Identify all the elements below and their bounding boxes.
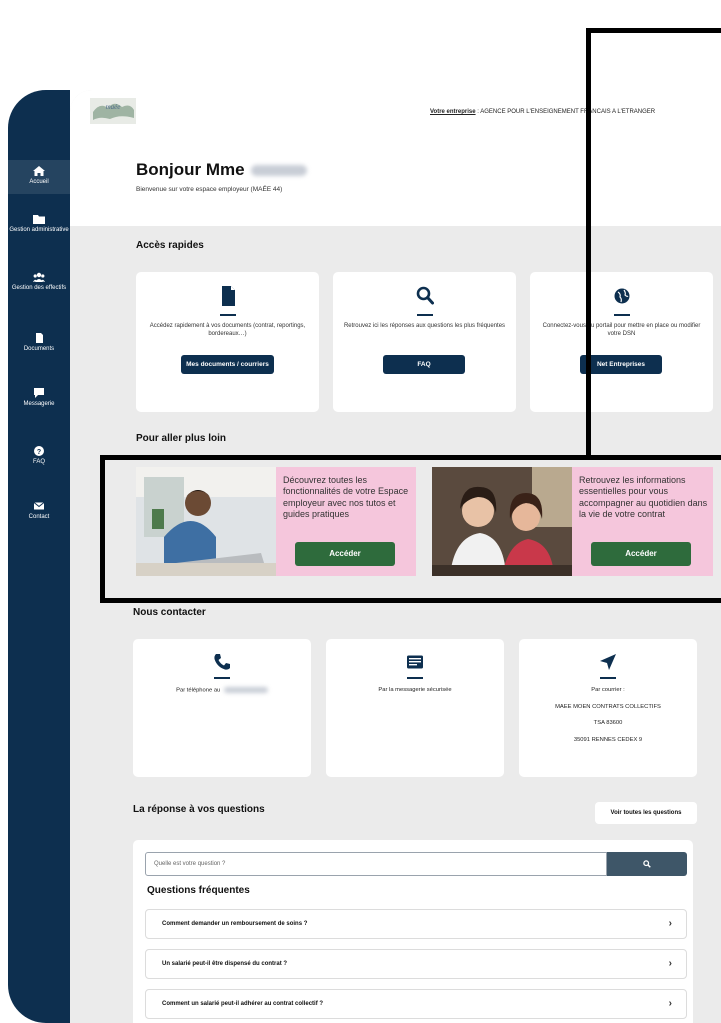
chevron-right-icon: ›: [668, 998, 672, 1009]
sidebar-item-gestion-administrative[interactable]: Gestion administrative: [8, 214, 70, 234]
qa-title: La réponse à vos questions: [133, 804, 265, 815]
file-icon: [221, 286, 235, 306]
mail-address: Par courrier : MAEE MOEN CONTRATS COLLEC…: [525, 687, 691, 744]
see-all-questions-button[interactable]: Voir toutes les questions: [595, 802, 697, 824]
folder-icon: [33, 215, 45, 224]
faq-title: Questions fréquentes: [147, 885, 250, 896]
faq-question-text: Un salarié peut-il être dispensé du cont…: [162, 961, 288, 967]
sidebar-item-label: FAQ: [32, 459, 45, 465]
sidebar-item-label: Accueil: [29, 179, 49, 185]
phone-icon: [214, 654, 230, 670]
sidebar-item-documents[interactable]: Documents: [8, 333, 70, 353]
faq-button[interactable]: FAQ: [383, 355, 465, 374]
top-bar: maée Votre entreprise : AGENCE POUR L'EN…: [70, 90, 721, 134]
promo-text: Découvrez toutes les fonctionnalités de …: [283, 475, 409, 519]
promo-text: Retrouvez les informations essentielles …: [579, 475, 708, 519]
contact-card-mail: Par courrier : MAEE MOEN CONTRATS COLLEC…: [519, 639, 697, 777]
question-icon: ?: [34, 446, 44, 456]
welcome-banner: Bonjour Mme Bienvenue sur votre espace e…: [70, 134, 721, 226]
contact-title: Nous contacter: [133, 607, 206, 618]
chevron-right-icon: ›: [668, 958, 672, 969]
access-tutorials-button[interactable]: Accéder: [295, 542, 395, 566]
promo-tutorials: Découvrez toutes les fonctionnalités de …: [136, 467, 416, 576]
company-label[interactable]: Votre entreprise: [430, 109, 476, 115]
card-underline: [219, 314, 236, 316]
main-content: maée Votre entreprise : AGENCE POUR L'EN…: [70, 90, 721, 1023]
svg-text:maée: maée: [106, 103, 121, 111]
sidebar-item-label: Documents: [23, 346, 55, 352]
contact-card-phone: Par téléphone au: [133, 639, 311, 777]
qa-panel: Quelle est votre question ? Questions fr…: [133, 840, 693, 1023]
access-contract-info-button[interactable]: Accéder: [591, 542, 691, 566]
card-description: Accédez rapidement à vos documents (cont…: [149, 323, 306, 338]
chevron-right-icon: ›: [668, 918, 672, 929]
man-laptop-photo: [136, 467, 276, 576]
location-arrow-icon: [600, 654, 616, 670]
quick-card-net-entreprises: Connectez-vous au portail pour mettre en…: [530, 272, 713, 412]
card-underline: [613, 314, 630, 316]
mail-label: Par courrier :: [591, 687, 625, 693]
messaging-text: Par la messagerie sécurisée: [378, 687, 452, 693]
sidebar-item-label: Contact: [28, 514, 50, 520]
quick-access-title: Accès rapides: [136, 240, 204, 251]
sidebar-item-label: Gestion administrative: [9, 227, 69, 233]
card-underline: [416, 314, 433, 316]
envelope-icon: [33, 502, 45, 510]
my-documents-button[interactable]: Mes documents / courriers: [181, 355, 274, 374]
faq-question-text: Comment demander un remboursement de soi…: [162, 921, 308, 927]
faq-question-row[interactable]: Un salarié peut-il être dispensé du cont…: [145, 949, 687, 979]
sidebar-item-label: Gestion des effectifs: [11, 285, 67, 291]
page-title: Bonjour Mme: [136, 160, 307, 180]
globe-icon: [614, 288, 629, 304]
women-smiling-photo: [432, 467, 572, 576]
phone-text: Par téléphone au: [139, 687, 305, 695]
redacted-phone: [223, 687, 268, 693]
card-underline: [407, 677, 423, 679]
card-description: Retrouvez ici les réponses aux questions…: [343, 323, 506, 329]
faq-question-row[interactable]: Comment demander un remboursement de soi…: [145, 909, 687, 939]
redacted-name: [250, 165, 307, 177]
mail-line: MAEE MOEN CONTRATS COLLECTIFS: [555, 703, 661, 710]
quick-card-faq: Retrouvez ici les réponses aux questions…: [333, 272, 516, 412]
mail-line: TSA 83600: [593, 720, 623, 727]
greeting-text: Bonjour Mme: [136, 160, 245, 179]
sidebar-item-accueil[interactable]: Accueil: [8, 160, 70, 194]
sidebar-item-faq[interactable]: ? FAQ: [8, 446, 70, 466]
sidebar-item-label: Messagerie: [23, 401, 55, 407]
further-title: Pour aller plus loin: [136, 433, 227, 444]
secure-message-icon: [407, 655, 423, 669]
company-name: : AGENCE POUR L'ENSEIGNEMENT FRANCAIS A …: [477, 109, 656, 115]
svg-text:?: ?: [37, 449, 41, 456]
phone-label: Par téléphone au: [176, 687, 221, 694]
sidebar-item-contact[interactable]: Contact: [8, 501, 70, 521]
contact-card-messaging[interactable]: Par la messagerie sécurisée: [326, 639, 504, 777]
company-info: Votre entreprise : AGENCE POUR L'ENSEIGN…: [430, 109, 655, 115]
search-icon: [416, 286, 434, 305]
net-entreprises-button[interactable]: Net Entreprises: [580, 355, 662, 374]
promo-contract-info: Retrouvez les informations essentielles …: [432, 467, 713, 576]
card-underline: [214, 677, 230, 679]
search-button[interactable]: [607, 852, 687, 876]
sidebar-item-messagerie[interactable]: Messagerie: [8, 388, 70, 408]
chat-icon: [34, 388, 44, 398]
search-icon: [643, 860, 651, 868]
quick-card-documents: Accédez rapidement à vos documents (cont…: [136, 272, 319, 412]
question-search-input[interactable]: Quelle est votre question ?: [145, 852, 607, 876]
maee-logo[interactable]: maée: [90, 98, 136, 124]
home-icon: [33, 166, 45, 176]
card-underline: [600, 677, 616, 679]
mail-line: 35091 RENNES CEDEX 9: [573, 736, 643, 743]
welcome-subtitle: Bienvenue sur votre espace employeur (MA…: [136, 186, 283, 193]
faq-question-row[interactable]: Comment un salarié peut-il adhérer au co…: [145, 989, 687, 1019]
document-icon: [36, 333, 43, 343]
sidebar-item-gestion-effectifs[interactable]: Gestion des effectifs: [8, 272, 70, 292]
users-icon: [33, 272, 45, 282]
sidebar: Accueil Gestion administrative Gestion d…: [8, 90, 70, 1023]
card-description: Connectez-vous au portail pour mettre en…: [542, 323, 701, 338]
faq-question-text: Comment un salarié peut-il adhérer au co…: [162, 1001, 324, 1007]
